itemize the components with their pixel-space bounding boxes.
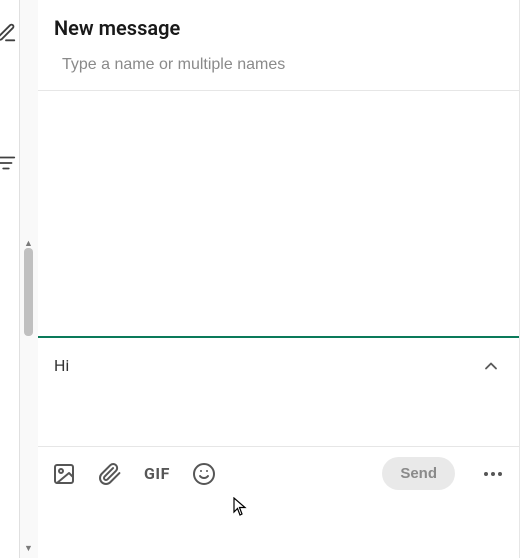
message-panel: New message [38,0,520,558]
page-title: New message [54,16,503,40]
left-rail [0,0,20,558]
paperclip-icon[interactable] [98,462,122,486]
panel-header: New message [38,0,519,54]
scroll-thumb[interactable] [24,248,33,336]
filter-icon[interactable] [0,152,17,178]
conversation-area [38,91,519,336]
compose-box: GIF Send [38,336,519,502]
compose-toolbar: GIF Send [38,447,519,502]
message-input[interactable] [54,356,479,446]
gif-button[interactable]: GIF [144,464,170,483]
scroll-down-arrow[interactable]: ▼ [24,543,33,554]
recipient-input[interactable] [62,56,503,74]
footer-gap [38,502,519,558]
sidebar-scroll: ▲ ▼ [20,0,38,558]
more-horizontal-icon[interactable] [481,462,505,486]
send-button[interactable]: Send [382,457,455,490]
chevron-up-icon[interactable] [479,356,503,380]
smiley-icon[interactable] [192,462,216,486]
recipient-row [38,54,519,91]
compose-icon[interactable] [0,22,17,48]
image-icon[interactable] [52,462,76,486]
